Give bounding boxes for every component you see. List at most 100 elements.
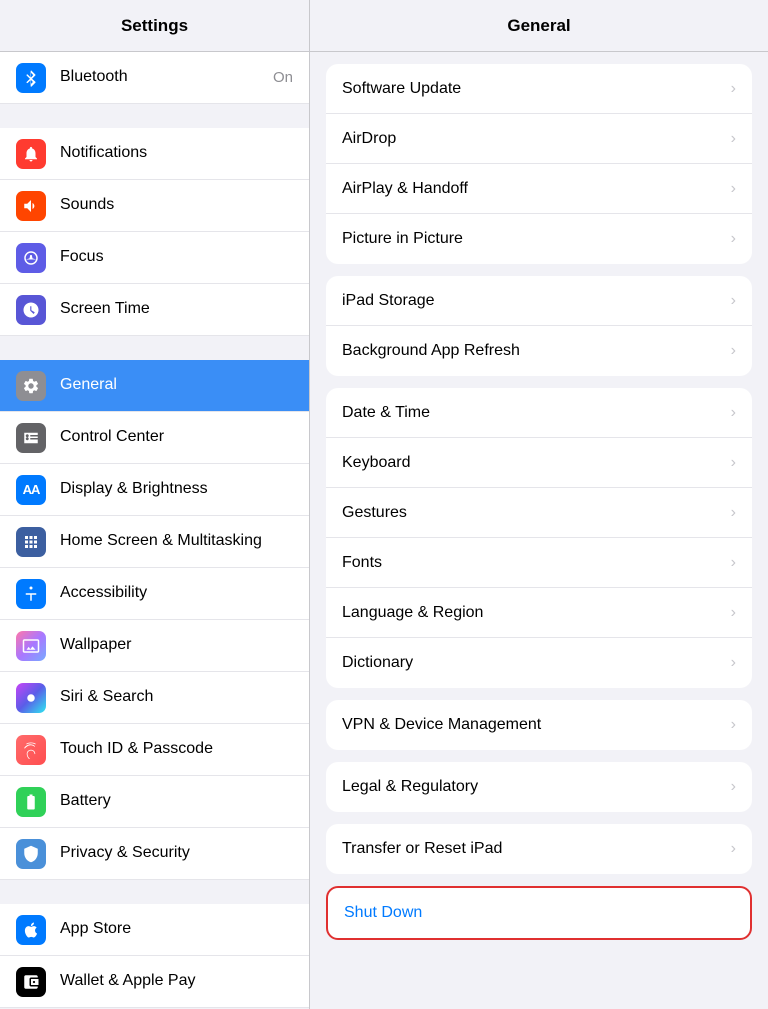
home-screen-icon: [16, 527, 46, 557]
bluetooth-icon: [16, 63, 46, 93]
general-icon: [16, 371, 46, 401]
sidebar-item-siri[interactable]: Siri & Search: [0, 672, 309, 724]
detail-item-transfer-reset[interactable]: Transfer or Reset iPad ›: [326, 824, 752, 874]
sidebar-label-wallet: Wallet & Apple Pay: [60, 971, 195, 992]
detail-label-ipad-storage: iPad Storage: [342, 292, 723, 310]
sidebar-label-general: General: [60, 375, 117, 396]
wallet-icon: [16, 967, 46, 997]
detail-label-legal-regulatory: Legal & Regulatory: [342, 778, 723, 796]
detail-group-3: Date & Time › Keyboard › Gestures › Font…: [326, 388, 752, 688]
chevron-transfer-reset: ›: [731, 840, 736, 858]
sidebar-item-notifications[interactable]: Notifications: [0, 128, 309, 180]
detail-item-airdrop[interactable]: AirDrop ›: [326, 114, 752, 164]
detail-label-dictionary: Dictionary: [342, 654, 723, 672]
battery-icon: [16, 787, 46, 817]
detail-label-airplay-handoff: AirPlay & Handoff: [342, 180, 723, 198]
detail-item-legal-regulatory[interactable]: Legal & Regulatory ›: [326, 762, 752, 812]
detail-group-2: iPad Storage › Background App Refresh ›: [326, 276, 752, 376]
chevron-gestures: ›: [731, 504, 736, 522]
sidebar-label-control-center: Control Center: [60, 427, 164, 448]
detail-label-shut-down: Shut Down: [344, 904, 734, 922]
sidebar-item-wallet[interactable]: Wallet & Apple Pay: [0, 956, 309, 1008]
sidebar-item-screen-time[interactable]: Screen Time: [0, 284, 309, 336]
chevron-dictionary: ›: [731, 654, 736, 672]
detail-item-gestures[interactable]: Gestures ›: [326, 488, 752, 538]
sidebar-spacer-2: [0, 336, 309, 360]
chevron-software-update: ›: [731, 80, 736, 98]
sounds-icon: [16, 191, 46, 221]
sidebar-spacer-1: [0, 104, 309, 128]
sidebar-label-touch-id: Touch ID & Passcode: [60, 739, 213, 760]
detail-item-date-time[interactable]: Date & Time ›: [326, 388, 752, 438]
detail-item-airplay-handoff[interactable]: AirPlay & Handoff ›: [326, 164, 752, 214]
privacy-security-icon: [16, 839, 46, 869]
detail-label-fonts: Fonts: [342, 554, 723, 572]
sidebar-label-notifications: Notifications: [60, 143, 147, 164]
accessibility-icon: [16, 579, 46, 609]
app-store-icon: [16, 915, 46, 945]
detail-item-background-app-refresh[interactable]: Background App Refresh ›: [326, 326, 752, 376]
sidebar: Bluetooth On Notifications Sounds Focus: [0, 52, 310, 1009]
chevron-picture-in-picture: ›: [731, 230, 736, 248]
sidebar-label-wallpaper: Wallpaper: [60, 635, 131, 656]
sidebar-label-screen-time: Screen Time: [60, 299, 150, 320]
chevron-airdrop: ›: [731, 130, 736, 148]
sidebar-item-app-store[interactable]: App Store: [0, 904, 309, 956]
sidebar-item-accessibility[interactable]: Accessibility: [0, 568, 309, 620]
detail-label-date-time: Date & Time: [342, 404, 723, 422]
detail-title: General: [507, 16, 570, 36]
detail-label-airdrop: AirDrop: [342, 130, 723, 148]
chevron-language-region: ›: [731, 604, 736, 622]
sidebar-item-general[interactable]: General: [0, 360, 309, 412]
detail-label-vpn-device: VPN & Device Management: [342, 716, 723, 734]
detail-item-fonts[interactable]: Fonts ›: [326, 538, 752, 588]
siri-icon: [16, 683, 46, 713]
sidebar-item-display-brightness[interactable]: AA Display & Brightness: [0, 464, 309, 516]
display-brightness-icon: AA: [16, 475, 46, 505]
detail-group-4: VPN & Device Management ›: [326, 700, 752, 750]
sidebar-item-control-center[interactable]: Control Center: [0, 412, 309, 464]
detail-label-keyboard: Keyboard: [342, 454, 723, 472]
sidebar-item-home-screen[interactable]: Home Screen & Multitasking: [0, 516, 309, 568]
sidebar-item-battery[interactable]: Battery: [0, 776, 309, 828]
detail-item-keyboard[interactable]: Keyboard ›: [326, 438, 752, 488]
wallpaper-icon: [16, 631, 46, 661]
sidebar-item-privacy-security[interactable]: Privacy & Security: [0, 828, 309, 880]
header: Settings General: [0, 0, 768, 52]
sidebar-spacer-3: [0, 880, 309, 904]
sidebar-label-home-screen: Home Screen & Multitasking: [60, 531, 262, 552]
sidebar-item-focus[interactable]: Focus: [0, 232, 309, 284]
detail-item-picture-in-picture[interactable]: Picture in Picture ›: [326, 214, 752, 264]
sidebar-item-touch-id[interactable]: Touch ID & Passcode: [0, 724, 309, 776]
sidebar-label-focus: Focus: [60, 247, 104, 268]
detail-header: General: [310, 0, 768, 51]
detail-group-5: Legal & Regulatory ›: [326, 762, 752, 812]
sidebar-label-privacy-security: Privacy & Security: [60, 843, 190, 864]
detail-label-transfer-reset: Transfer or Reset iPad: [342, 840, 723, 858]
detail-item-ipad-storage[interactable]: iPad Storage ›: [326, 276, 752, 326]
detail-group-shutdown: Shut Down: [326, 886, 752, 940]
chevron-fonts: ›: [731, 554, 736, 572]
sidebar-label-siri: Siri & Search: [60, 687, 153, 708]
chevron-vpn-device: ›: [731, 716, 736, 734]
detail-item-vpn-device[interactable]: VPN & Device Management ›: [326, 700, 752, 750]
sidebar-header: Settings: [0, 0, 310, 51]
chevron-keyboard: ›: [731, 454, 736, 472]
detail-label-language-region: Language & Region: [342, 604, 723, 622]
detail-item-language-region[interactable]: Language & Region ›: [326, 588, 752, 638]
notifications-icon: [16, 139, 46, 169]
sidebar-item-wallpaper[interactable]: Wallpaper: [0, 620, 309, 672]
sidebar-label-battery: Battery: [60, 791, 111, 812]
sidebar-label-bluetooth: Bluetooth: [60, 67, 128, 88]
chevron-ipad-storage: ›: [731, 292, 736, 310]
detail-group-1: Software Update › AirDrop › AirPlay & Ha…: [326, 64, 752, 264]
chevron-legal-regulatory: ›: [731, 778, 736, 796]
detail-item-software-update[interactable]: Software Update ›: [326, 64, 752, 114]
detail-group-6: Transfer or Reset iPad ›: [326, 824, 752, 874]
detail-item-dictionary[interactable]: Dictionary ›: [326, 638, 752, 688]
sidebar-item-sounds[interactable]: Sounds: [0, 180, 309, 232]
detail-item-shut-down[interactable]: Shut Down: [328, 888, 750, 938]
sidebar-title: Settings: [121, 16, 188, 36]
detail-label-background-app-refresh: Background App Refresh: [342, 342, 723, 360]
sidebar-item-bluetooth[interactable]: Bluetooth On: [0, 52, 309, 104]
